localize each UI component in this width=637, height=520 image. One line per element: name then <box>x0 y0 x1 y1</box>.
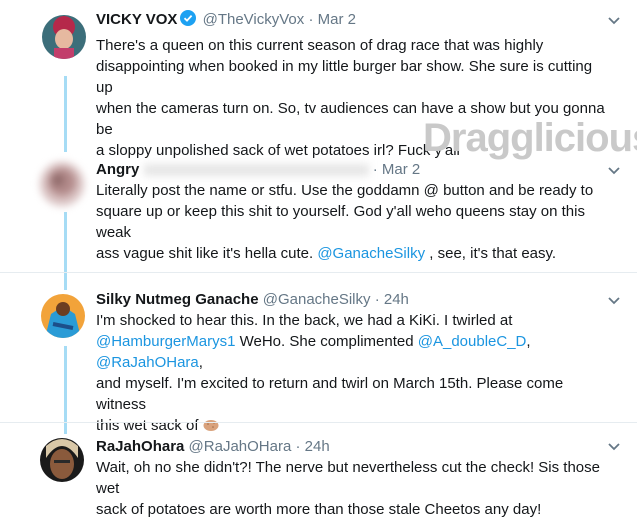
avatar[interactable] <box>41 294 85 338</box>
display-name[interactable]: Silky Nutmeg Ganache <box>96 291 259 308</box>
text-segment: ass vague shit like it's hella cute. <box>96 245 318 262</box>
tweet-text: Wait, oh no she didn't?! The nerve but n… <box>96 457 611 520</box>
tweet-header: Angry · Mar 2 <box>96 160 420 180</box>
text-segment: , <box>198 354 203 371</box>
text-line: There's a queen on this current season o… <box>96 37 544 54</box>
text-line: @HamburgerMarys1 WeHo. She complimented … <box>96 331 611 373</box>
text-line: sack of potatoes are worth more than tho… <box>96 501 542 518</box>
divider <box>0 422 637 423</box>
text-line: Wait, oh no she didn't?! The nerve but n… <box>96 459 600 497</box>
tweet-header: RaJahOhara @RaJahOHara · 24h <box>96 437 330 457</box>
text-segment: WeHo. She complimented <box>235 333 418 350</box>
timestamp[interactable]: 24h <box>305 438 330 455</box>
display-name[interactable]: RaJahOhara <box>96 438 184 455</box>
tweet-text: I'm shocked to hear this. In the back, w… <box>96 310 611 436</box>
chevron-down-icon[interactable] <box>607 16 621 26</box>
divider <box>0 272 637 273</box>
tweet[interactable]: RaJahOhara @RaJahOHara · 24h Wait, oh no… <box>0 432 637 518</box>
text-line: square up or keep this shit to yourself.… <box>96 203 585 241</box>
avatar[interactable] <box>42 15 86 59</box>
mention-link[interactable]: @RaJahOHara <box>96 354 199 371</box>
text-line: ass vague shit like it's hella cute. @Ga… <box>96 243 611 264</box>
separator: · <box>372 161 378 178</box>
chevron-down-icon[interactable] <box>607 296 621 306</box>
timestamp[interactable]: Mar 2 <box>318 11 356 28</box>
timestamp[interactable]: 24h <box>384 291 409 308</box>
text-line: Literally post the name or stfu. Use the… <box>96 182 594 199</box>
text-line: I'm shocked to hear this. In the back, w… <box>96 312 513 329</box>
text-line: and myself. I'm excited to return and tw… <box>96 375 564 413</box>
mention-link[interactable]: @HamburgerMarys1 <box>96 333 235 350</box>
tweet[interactable]: Angry · Mar 2 Literally post the name or… <box>0 150 637 272</box>
mention-link[interactable]: @GanacheSilky <box>317 245 425 262</box>
user-handle <box>143 164 369 177</box>
user-handle[interactable]: @GanacheSilky <box>263 291 371 308</box>
text-segment: , <box>526 333 531 350</box>
avatar-image <box>41 294 85 338</box>
mention-link[interactable]: @A_doubleC_D <box>418 333 527 350</box>
tweet-text: Literally post the name or stfu. Use the… <box>96 180 611 264</box>
chevron-down-icon[interactable] <box>607 442 621 452</box>
timestamp[interactable]: Mar 2 <box>382 161 420 178</box>
avatar-image <box>40 438 84 482</box>
tweet-header: VICKY VOX @TheVickyVox · Mar 2 <box>96 10 356 30</box>
user-handle[interactable]: @TheVickyVox <box>203 11 305 28</box>
display-name[interactable]: VICKY VOX <box>96 11 177 28</box>
text-line: disappointing when booked in my little b… <box>96 58 593 96</box>
verified-badge-icon <box>180 10 197 26</box>
potato-emoji-icon <box>203 417 219 431</box>
text-segment: , see, it's that easy. <box>425 245 557 262</box>
user-handle[interactable]: @RaJahOHara <box>189 438 292 455</box>
separator: · <box>295 438 301 455</box>
chevron-down-icon[interactable] <box>607 166 621 176</box>
display-name[interactable]: Angry <box>96 161 139 178</box>
avatar[interactable] <box>40 438 84 482</box>
separator: · <box>374 291 380 308</box>
tweet-header: Silky Nutmeg Ganache @GanacheSilky · 24h <box>96 290 409 310</box>
separator: · <box>308 11 314 28</box>
avatar-image <box>40 162 84 206</box>
avatar-image <box>42 15 86 59</box>
avatar[interactable] <box>40 162 84 206</box>
tweet[interactable]: Silky Nutmeg Ganache @GanacheSilky · 24h… <box>0 282 637 434</box>
